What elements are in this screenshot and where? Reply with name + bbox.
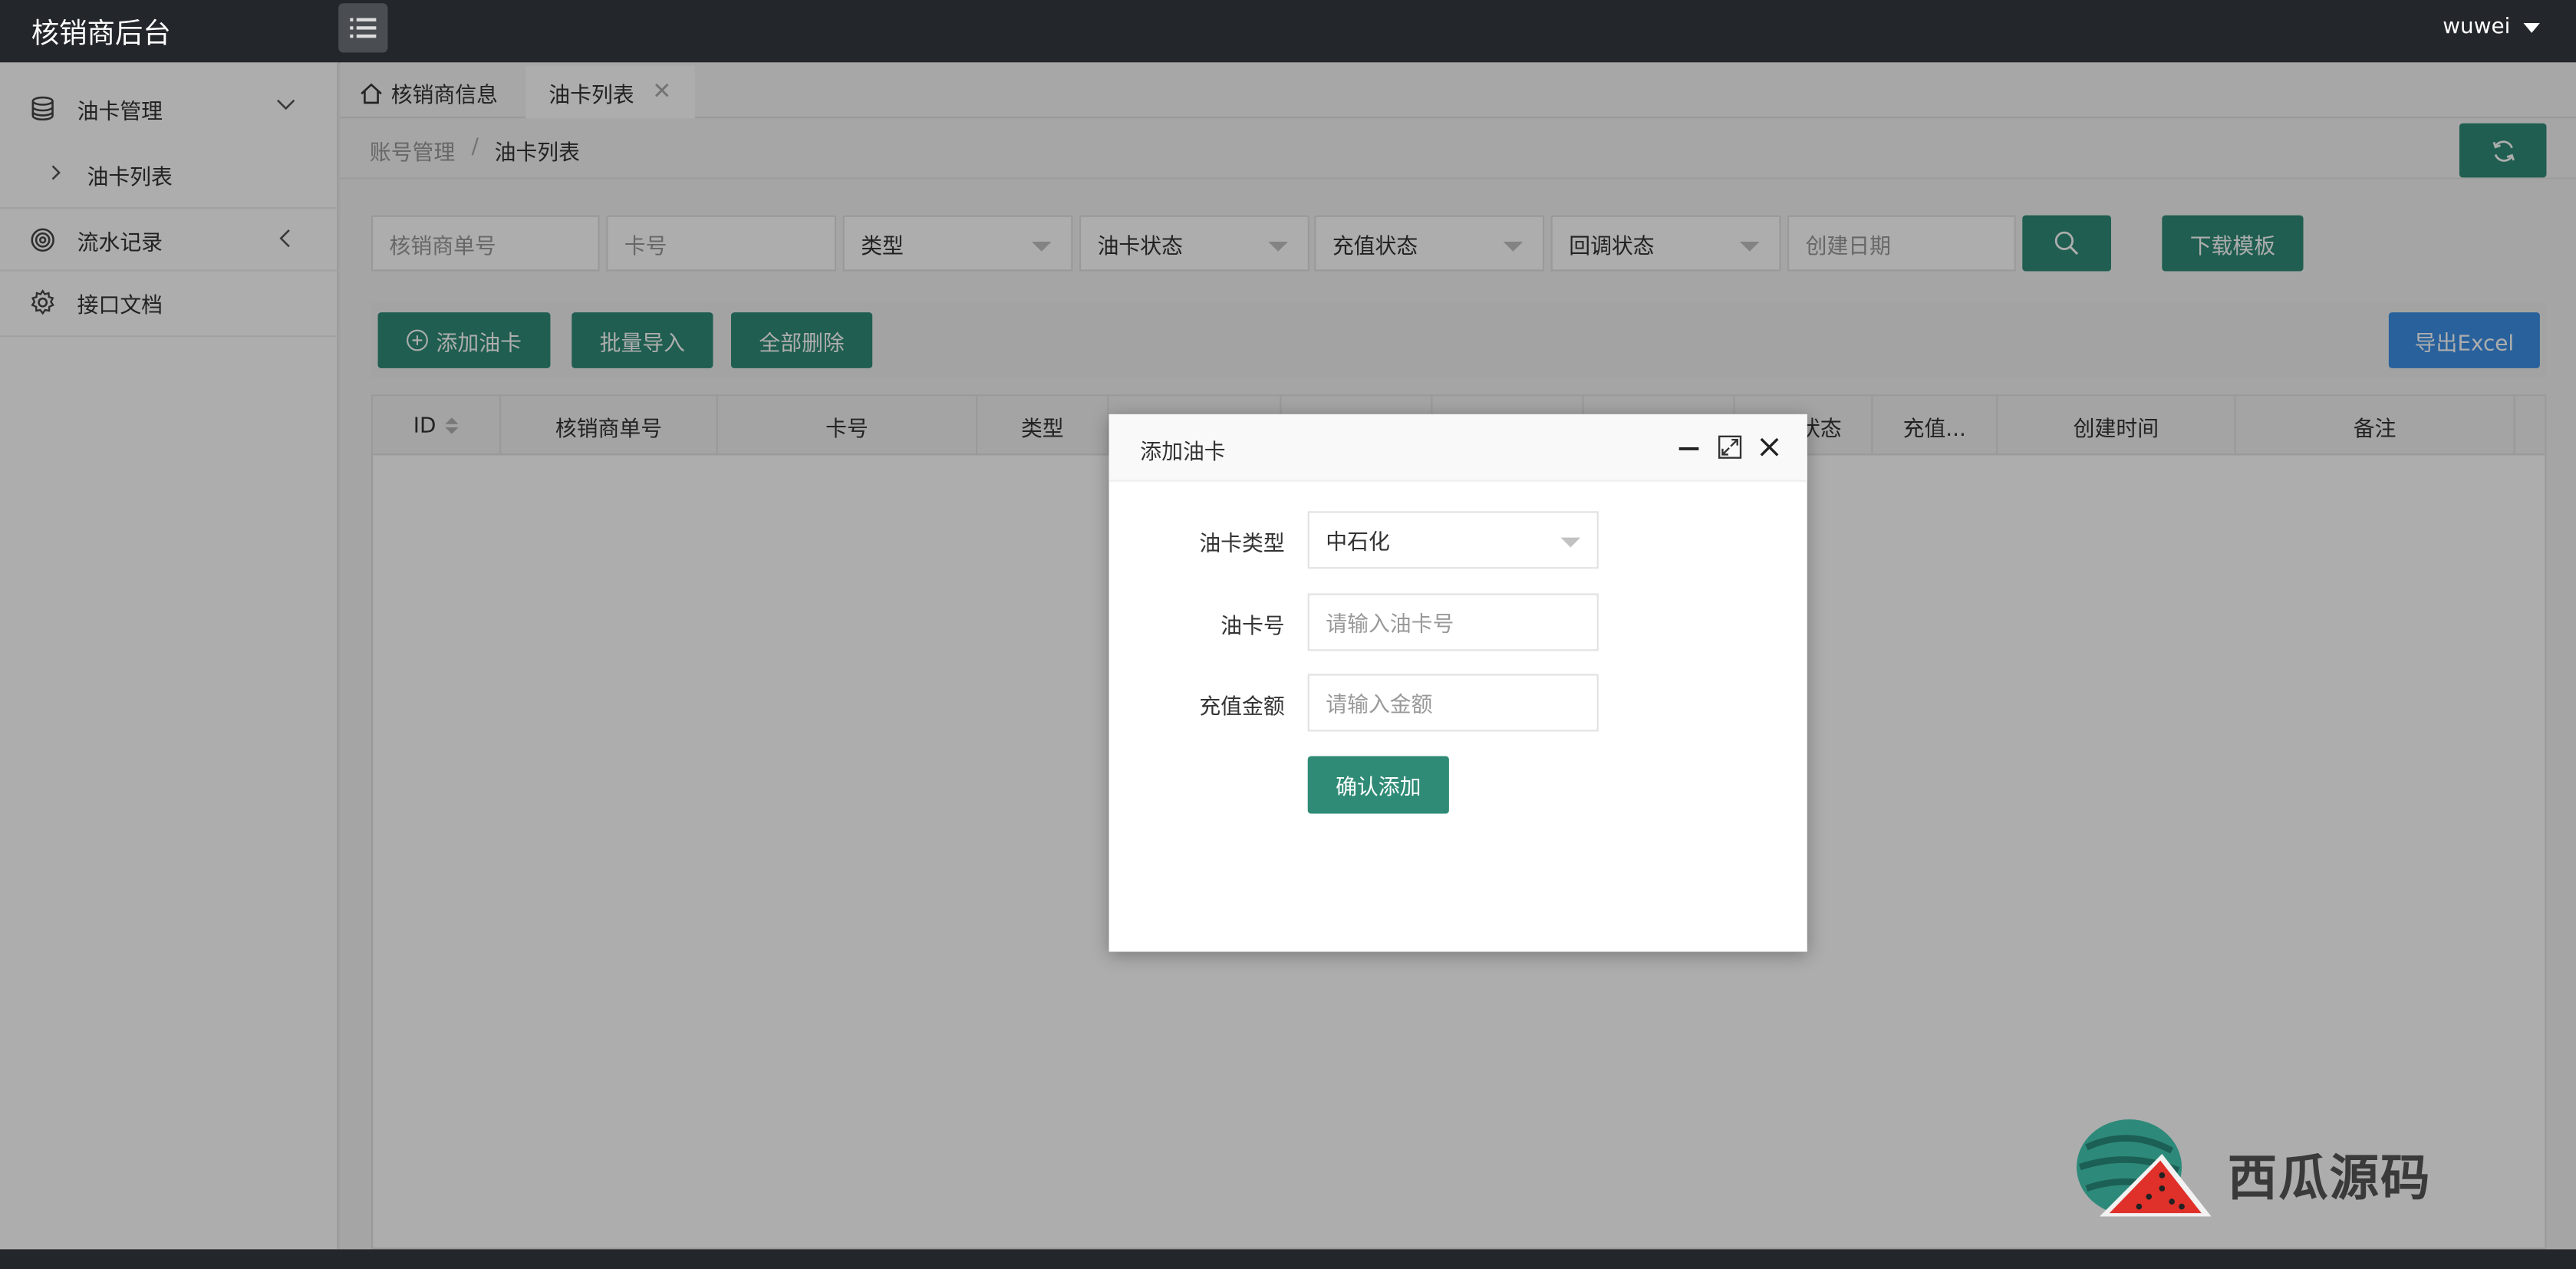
amount-label: 充值金额 [1199, 695, 1285, 720]
amount-input[interactable]: 请输入金额 [1307, 674, 1599, 732]
add-card-dialog: 添加油卡 油卡类型 中石化 油卡号 请输入油卡号 充值金额 请输入金额 确认添加 [1108, 414, 1807, 952]
button-label: 确认添加 [1336, 776, 1421, 801]
placeholder: 请输入油卡号 [1326, 613, 1454, 638]
dialog-header: 添加油卡 [1108, 414, 1807, 482]
user-menu[interactable]: wuwei [2443, 15, 2540, 39]
app-title: 核销商后台 [31, 18, 171, 51]
top-navbar: 核销商后台 wuwei [0, 0, 2576, 63]
menu-toggle-button[interactable] [338, 3, 388, 53]
confirm-add-button[interactable]: 确认添加 [1307, 756, 1449, 814]
minimize-icon[interactable] [1675, 434, 1701, 460]
username: wuwei [2443, 15, 2511, 40]
bottom-bar [0, 1249, 2576, 1269]
list-icon [350, 18, 377, 38]
watermelon-logo-icon [2076, 1119, 2212, 1217]
placeholder: 请输入金额 [1326, 694, 1433, 719]
watermark-text: 西瓜源码 [2228, 1150, 2432, 1208]
close-icon[interactable] [1756, 434, 1782, 460]
maximize-icon[interactable] [1717, 434, 1743, 460]
select-value: 中石化 [1326, 531, 1390, 556]
dialog-title: 添加油卡 [1140, 440, 1226, 466]
caret-down-icon [2523, 21, 2540, 32]
watermark: 西瓜源码 [2067, 1115, 2461, 1230]
dropdown-arrow-icon [1560, 537, 1581, 548]
card-type-label: 油卡类型 [1199, 532, 1285, 558]
card-no-input[interactable]: 请输入油卡号 [1307, 593, 1599, 651]
card-type-select[interactable]: 中石化 [1307, 511, 1599, 569]
card-no-label: 油卡号 [1220, 615, 1285, 640]
